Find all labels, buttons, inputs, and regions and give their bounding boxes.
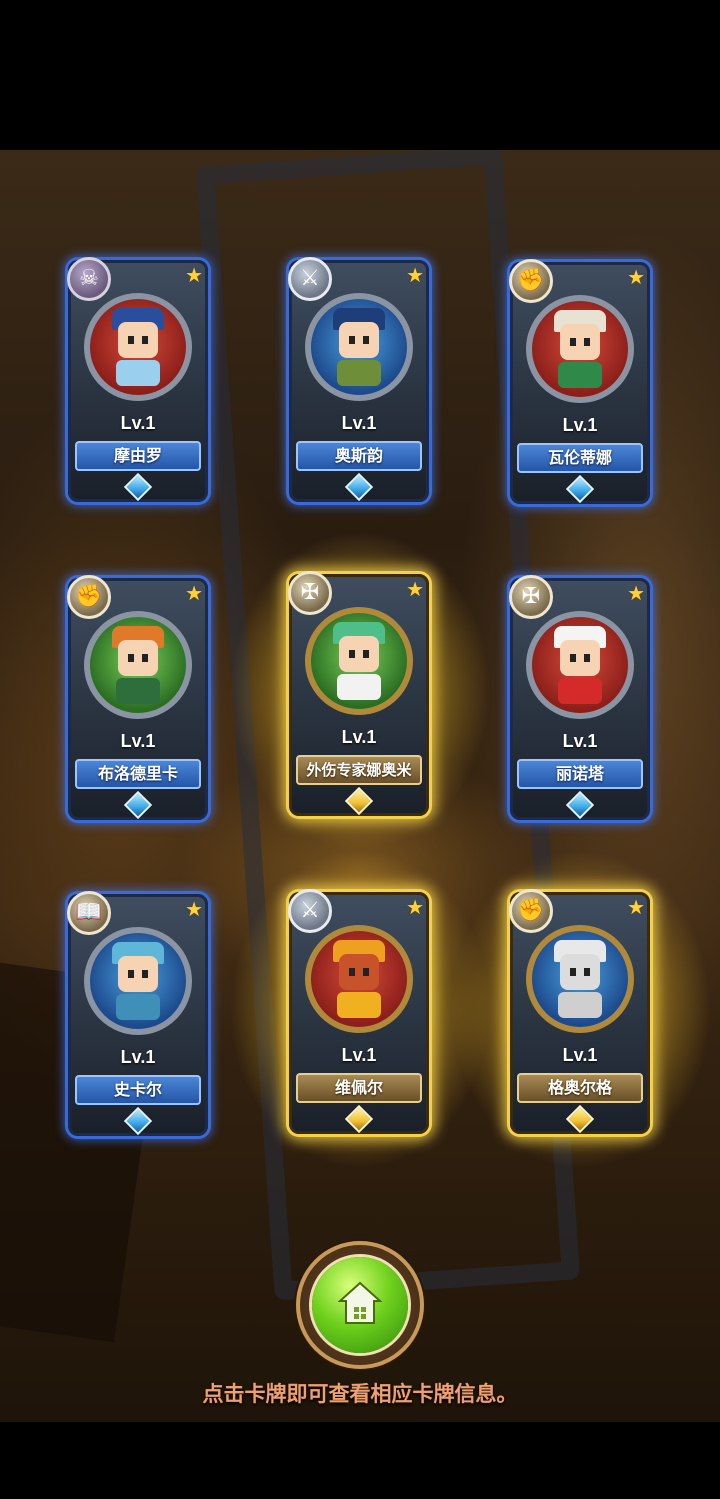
hint-text: 点击卡牌即可查看相应卡牌信息。: [202, 1382, 518, 1406]
top-black-bar: [0, 0, 720, 150]
hero-name: 格奥尔格: [517, 1073, 643, 1103]
card-slot-7[interactable]: 📖 ★ Lv.1 史卡尔: [64, 886, 214, 1146]
gem-icon: [344, 472, 374, 502]
hero-card[interactable]: ⚔ ★ Lv.1 维佩尔: [288, 889, 429, 1134]
hero-portrait: [526, 295, 634, 403]
level-label: Lv.1: [120, 1047, 156, 1067]
hero-portrait: [305, 925, 413, 1033]
card-slot-8[interactable]: ⚔ ★ Lv.1 维佩尔: [225, 844, 495, 1174]
crossed-swords-icon: ⚔: [288, 889, 332, 933]
gem-icon: [123, 790, 153, 820]
card-slot-3[interactable]: ✊ ★ Lv.1 瓦伦蒂娜: [506, 254, 656, 514]
star-icon: ★: [406, 895, 424, 919]
hero-name: 瓦伦蒂娜: [517, 443, 643, 473]
star-icon: ★: [627, 895, 645, 919]
hero-card[interactable]: ✊ ★ Lv.1 布洛德里卡: [67, 575, 208, 820]
level-label: Lv.1: [562, 731, 598, 751]
gem-icon: [565, 1104, 595, 1134]
card-slot-4[interactable]: ✊ ★ Lv.1 布洛德里卡: [64, 570, 214, 830]
hero-portrait: [84, 927, 192, 1035]
crossed-swords-icon: ⚔: [288, 257, 332, 301]
fist-icon: ✊: [509, 259, 553, 303]
hero-card[interactable]: ✠ ★ Lv.1 外伤专家娜奥米: [288, 571, 429, 816]
gem-icon: [344, 786, 374, 816]
home-button[interactable]: [296, 1241, 424, 1369]
star-icon: ★: [627, 265, 645, 289]
level-label: Lv.1: [120, 413, 156, 433]
gem-icon: [123, 1106, 153, 1136]
level-label: Lv.1: [341, 1045, 377, 1065]
hero-portrait: [526, 611, 634, 719]
skull-icon: ☠: [67, 257, 111, 301]
level-label: Lv.1: [120, 731, 156, 751]
level-label: Lv.1: [341, 413, 377, 433]
card-slot-6[interactable]: ✠ ★ Lv.1 丽诺塔: [506, 570, 656, 830]
fist-icon: ✊: [509, 889, 553, 933]
bottom-black-bar: [0, 1422, 720, 1499]
hero-name: 外伤专家娜奥米: [296, 755, 422, 785]
hero-card[interactable]: ☠ ★ Lv.1 摩由罗: [67, 257, 208, 502]
hero-portrait: [526, 925, 634, 1033]
star-icon: ★: [406, 577, 424, 601]
level-label: Lv.1: [341, 727, 377, 747]
card-slot-1[interactable]: ☠ ★ Lv.1 摩由罗: [64, 252, 214, 512]
hero-name: 史卡尔: [75, 1075, 201, 1105]
star-icon: ★: [627, 581, 645, 605]
winged-cross-icon: ✠: [509, 575, 553, 619]
hero-card[interactable]: ✊ ★ Lv.1 格奥尔格: [509, 889, 650, 1134]
gem-icon: [344, 1104, 374, 1134]
card-slot-2[interactable]: ⚔ ★ Lv.1 奥斯韵: [285, 252, 435, 512]
hero-card[interactable]: ✠ ★ Lv.1 丽诺塔: [509, 575, 650, 820]
hero-name: 维佩尔: [296, 1073, 422, 1103]
hero-name: 丽诺塔: [517, 759, 643, 789]
hero-portrait: [84, 611, 192, 719]
star-icon: ★: [185, 263, 203, 287]
hero-portrait: [84, 293, 192, 401]
card-slot-5[interactable]: ✠ ★ Lv.1 外伤专家娜奥米: [225, 526, 495, 856]
level-label: Lv.1: [562, 1045, 598, 1065]
hero-name: 奥斯韵: [296, 441, 422, 471]
level-label: Lv.1: [562, 415, 598, 435]
hero-card[interactable]: ⚔ ★ Lv.1 奥斯韵: [288, 257, 429, 502]
hero-portrait: [305, 607, 413, 715]
star-icon: ★: [406, 263, 424, 287]
hero-card[interactable]: 📖 ★ Lv.1 史卡尔: [67, 891, 208, 1136]
hero-card[interactable]: ✊ ★ Lv.1 瓦伦蒂娜: [509, 259, 650, 504]
gem-icon: [565, 790, 595, 820]
hero-name: 摩由罗: [75, 441, 201, 471]
gem-icon: [565, 474, 595, 504]
book-icon: 📖: [67, 891, 111, 935]
star-icon: ★: [185, 897, 203, 921]
gem-icon: [123, 472, 153, 502]
hero-portrait: [305, 293, 413, 401]
card-slot-9[interactable]: ✊ ★ Lv.1 格奥尔格: [446, 844, 716, 1174]
hero-name: 布洛德里卡: [75, 759, 201, 789]
star-icon: ★: [185, 581, 203, 605]
home-icon: [338, 1281, 382, 1324]
winged-cross-icon: ✠: [288, 571, 332, 615]
fist-icon: ✊: [67, 575, 111, 619]
